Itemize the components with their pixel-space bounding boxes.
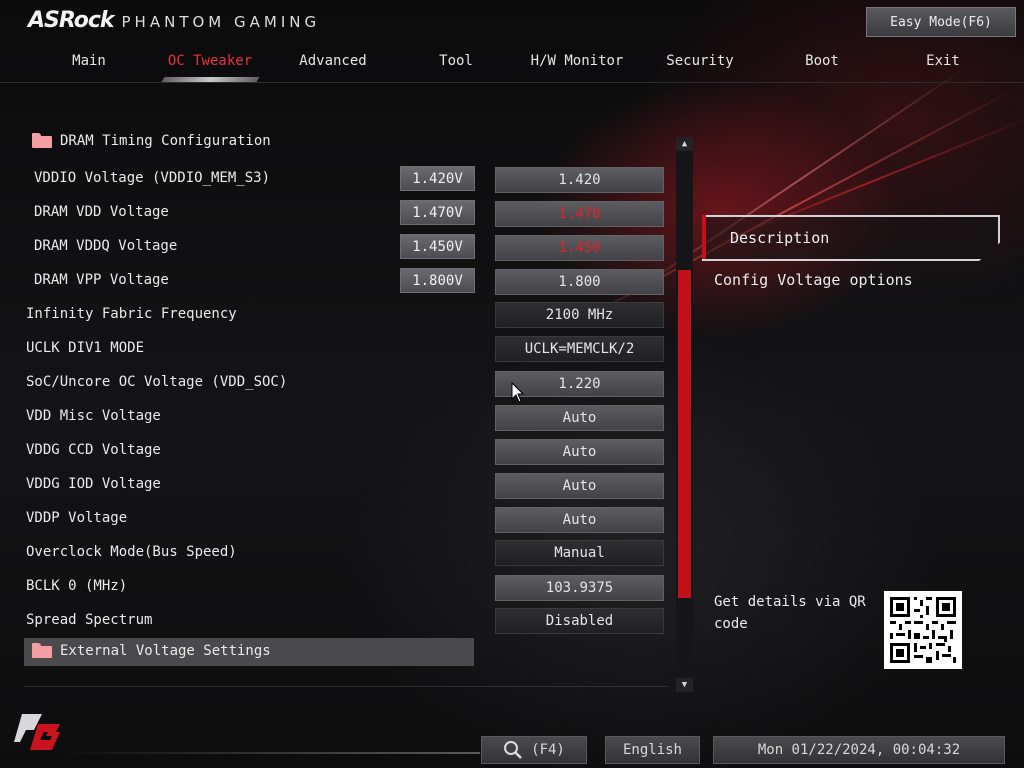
setting-label[interactable]: DRAM VDDQ Voltage	[34, 233, 177, 259]
setting-input[interactable]: 103.9375	[495, 575, 664, 601]
description-accent	[702, 215, 706, 259]
tab-boot[interactable]: Boot	[767, 50, 877, 72]
voltage-input[interactable]: 1.800	[495, 269, 664, 295]
setting-dropdown[interactable]: UCLK=MEMCLK/2	[495, 336, 664, 362]
setting-dropdown[interactable]: Manual	[495, 540, 664, 566]
setting-label[interactable]: Spread Spectrum	[26, 607, 152, 633]
tab-tool[interactable]: Tool	[401, 50, 511, 72]
setting-label[interactable]: VDDP Voltage	[26, 505, 127, 531]
brand-subtitle: PHANTOM GAMING	[121, 13, 321, 31]
setting-label[interactable]: DRAM VDD Voltage	[34, 199, 169, 225]
tab-main[interactable]: Main	[34, 50, 144, 72]
section-dram-timing[interactable]: DRAM Timing Configuration	[32, 128, 271, 154]
folder-icon	[32, 133, 54, 149]
voltage-input[interactable]: 1.450	[495, 235, 664, 261]
divider	[0, 82, 1024, 83]
qr-code	[884, 591, 962, 669]
current-voltage: 1.420V	[400, 166, 475, 191]
setting-label[interactable]: VDD Misc Voltage	[26, 403, 161, 429]
qr-caption: Get details via QR code	[714, 594, 866, 632]
tab-exit[interactable]: Exit	[888, 50, 998, 72]
mouse-cursor-icon	[511, 382, 525, 403]
phantom-gaming-logo-icon	[14, 714, 60, 750]
easy-mode-button[interactable]: Easy Mode(F6)	[866, 7, 1016, 37]
setting-label[interactable]: BCLK 0 (MHz)	[26, 573, 127, 599]
setting-label[interactable]: Overclock Mode(Bus Speed)	[26, 539, 237, 565]
description-text: Config Voltage options	[714, 271, 913, 289]
language-button[interactable]: English	[605, 736, 700, 764]
scroll-down-icon[interactable]: ▼	[676, 678, 693, 692]
section-label: External Voltage Settings	[60, 643, 271, 659]
current-voltage: 1.800V	[400, 268, 475, 293]
search-shortcut: (F4)	[531, 742, 565, 758]
setting-input[interactable]: Auto	[495, 405, 664, 431]
current-voltage: 1.470V	[400, 200, 475, 225]
setting-input[interactable]: Auto	[495, 473, 664, 499]
voltage-input[interactable]: 1.470	[495, 201, 664, 227]
scrollbar-thumb[interactable]	[678, 270, 691, 598]
setting-input[interactable]: Auto	[495, 439, 664, 465]
tab-hw-monitor[interactable]: H/W Monitor	[522, 50, 632, 72]
datetime-display: Mon 01/22/2024, 00:04:32	[713, 736, 1005, 764]
setting-input[interactable]: Auto	[495, 507, 664, 533]
main-tabs: Main OC Tweaker Advanced Tool H/W Monito…	[0, 50, 1024, 80]
setting-label[interactable]: Infinity Fabric Frequency	[26, 301, 237, 327]
folder-icon	[32, 643, 54, 659]
section-label: DRAM Timing Configuration	[60, 133, 271, 149]
voltage-input[interactable]: 1.420	[495, 167, 664, 193]
setting-dropdown[interactable]: Disabled	[495, 608, 664, 634]
tab-oc-tweaker[interactable]: OC Tweaker	[155, 50, 265, 72]
brand-name: ASRock	[28, 8, 115, 33]
setting-label[interactable]: SoC/Uncore OC Voltage (VDD_SOC)	[26, 369, 287, 395]
tab-security[interactable]: Security	[645, 50, 755, 72]
setting-label[interactable]: UCLK DIV1 MODE	[26, 335, 144, 361]
section-external-voltage[interactable]: External Voltage Settings	[32, 638, 271, 664]
setting-label[interactable]: VDDG IOD Voltage	[26, 471, 161, 497]
setting-label[interactable]: DRAM VPP Voltage	[34, 267, 169, 293]
current-voltage: 1.450V	[400, 234, 475, 259]
setting-dropdown[interactable]: 2100 MHz	[495, 302, 664, 328]
description-title: Description	[730, 229, 830, 247]
brand-logo: ASRock PHANTOM GAMING	[28, 8, 320, 33]
search-icon	[504, 741, 523, 759]
footer-line	[60, 752, 480, 754]
search-button[interactable]: (F4)	[481, 736, 587, 764]
setting-label[interactable]: VDDIO Voltage (VDDIO_MEM_S3)	[34, 165, 270, 191]
setting-label[interactable]: VDDG CCD Voltage	[26, 437, 161, 463]
divider	[24, 686, 669, 687]
scroll-up-icon[interactable]: ▲	[676, 137, 693, 151]
tab-advanced[interactable]: Advanced	[278, 50, 388, 72]
